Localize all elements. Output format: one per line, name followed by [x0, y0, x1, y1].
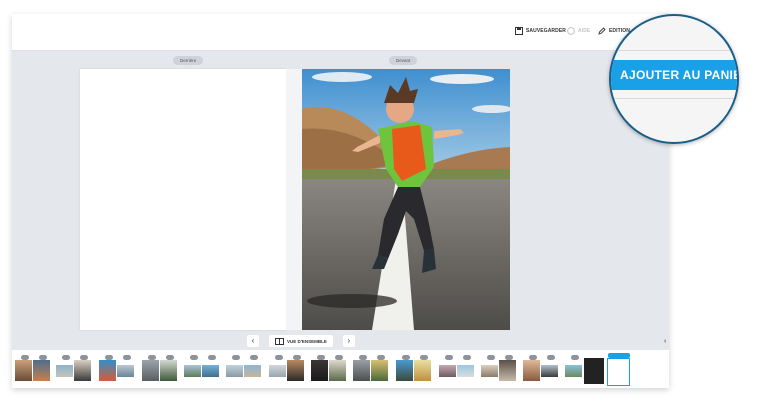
chevron-left-icon: ‹: [251, 336, 255, 345]
save-label: SAUVEGARDER: [526, 28, 566, 34]
thumbnail-page: [523, 360, 540, 381]
prev-spread-button[interactable]: ‹: [247, 335, 259, 347]
thumbnail-page-number: [62, 355, 70, 360]
thumbnail-page: [353, 360, 370, 381]
thumbnail-page: [184, 365, 201, 377]
editor-window: SAUVEGARDER AIDE EDITION Derrière Devant: [12, 14, 669, 388]
thumbnail-page-number: [547, 355, 555, 360]
save-button[interactable]: SAUVEGARDER: [515, 23, 566, 39]
page-navigation: ‹ VUE D'ENSEMBLE ›: [247, 335, 355, 347]
thumbnail-page: [142, 360, 159, 381]
top-toolbar: SAUVEGARDER AIDE EDITION: [12, 14, 669, 51]
thumbnail-page: [396, 360, 413, 381]
selected-thumbnail[interactable]: [607, 358, 630, 386]
divider: [611, 98, 737, 99]
thumbnail-page: [15, 360, 32, 381]
thumbnail-page[interactable]: [584, 358, 604, 384]
next-spread-button[interactable]: ›: [342, 335, 355, 347]
thumbnail-page: [311, 360, 328, 381]
zoom-callout: AJOUTER AU PANIER: [609, 14, 739, 144]
thumbnail-page: [565, 365, 582, 377]
help-label: AIDE: [578, 28, 591, 34]
thumbnail-page-number: [250, 355, 258, 360]
thumbnail-page: [56, 365, 73, 377]
thumbnail-page-number: [190, 355, 198, 360]
thumbnail-page: [74, 360, 91, 381]
thumbnail-page-number: [487, 355, 495, 360]
thumbnail-page: [481, 365, 498, 377]
thumbnail-page: [287, 360, 304, 381]
book-icon: [275, 337, 284, 345]
photo-boy-jumping: [302, 69, 510, 330]
thumbnail-page-number: [208, 355, 216, 360]
chevron-right-icon: ›: [347, 336, 351, 345]
thumbnail-page: [244, 365, 261, 377]
thumbnail-page-number: [123, 355, 131, 360]
thumbnail-page: [499, 360, 516, 381]
thumbnail-page-number: [463, 355, 471, 360]
thumbnail-page: [226, 365, 243, 377]
thumbnail-page-number: [445, 355, 453, 360]
thumbnail-page-number: [232, 355, 240, 360]
divider: [611, 50, 737, 51]
thumbnail-page: [541, 365, 558, 377]
overview-button[interactable]: VUE D'ENSEMBLE: [269, 335, 333, 347]
help-button[interactable]: AIDE: [567, 23, 590, 39]
front-page-photo[interactable]: [302, 69, 510, 330]
add-to-cart-button[interactable]: AJOUTER AU PANIER: [611, 60, 737, 90]
thumbnail-page: [269, 365, 286, 377]
thumbnail-page: [439, 365, 456, 377]
thumbnail-page: [160, 360, 177, 381]
thumbnail-page: [99, 360, 116, 381]
thumbnail-page: [457, 365, 474, 377]
thumbnail-page: [202, 365, 219, 377]
thumbnail-strip: [12, 350, 669, 388]
thumbnail-page: [371, 360, 388, 381]
thumbnail-page-number: [571, 355, 579, 360]
help-icon: [567, 27, 575, 35]
thumbnail-page: [117, 365, 134, 377]
thumbnail-page: [329, 360, 346, 381]
overview-label: VUE D'ENSEMBLE: [287, 338, 327, 344]
scroll-left-icon[interactable]: ‹: [664, 338, 666, 345]
thumbnail-page-number: [275, 355, 283, 360]
book-spine: [286, 69, 302, 330]
thumbnail-page: [414, 360, 431, 381]
pencil-icon: [598, 27, 606, 35]
back-page-label: Derrière: [173, 56, 204, 65]
back-page[interactable]: [80, 69, 286, 330]
front-page-label: Devant: [389, 56, 418, 65]
save-icon: [515, 27, 523, 35]
thumbnail-page: [33, 360, 50, 381]
